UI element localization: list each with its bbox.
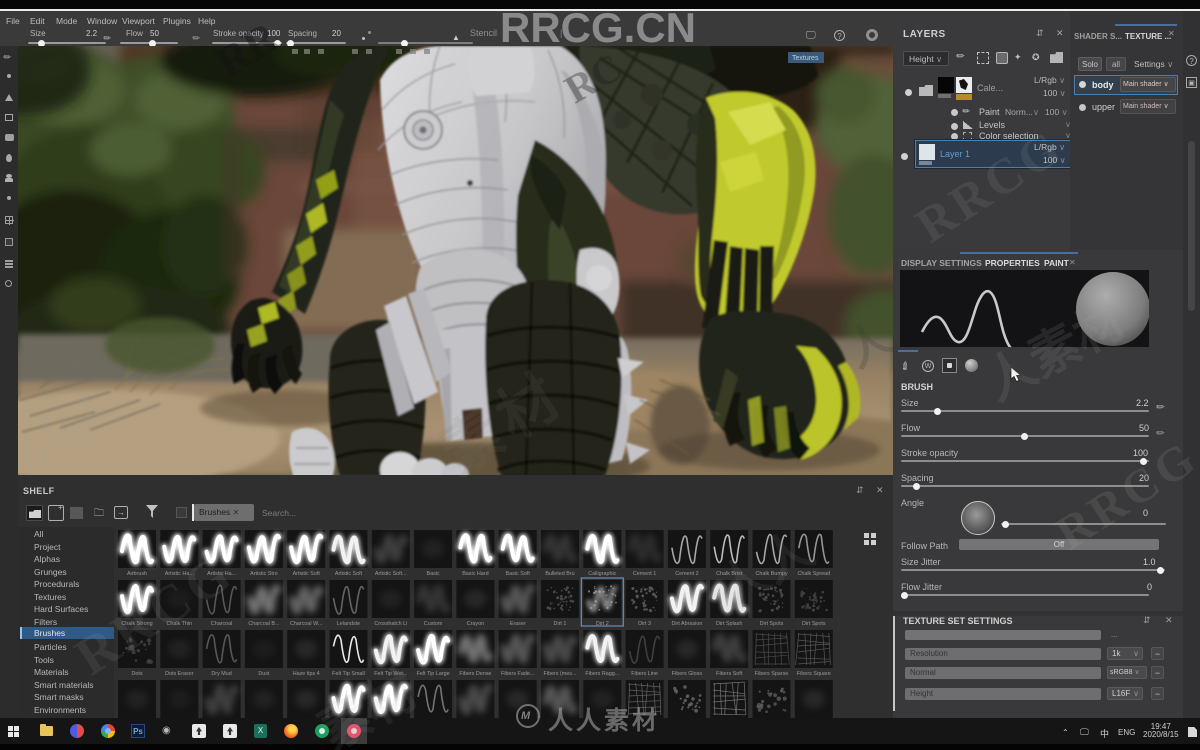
svg-text:Artistic Soft...: Artistic Soft... — [375, 571, 407, 577]
svg-text:Artistic Stro: Artistic Stro — [250, 571, 278, 577]
svg-text:Cement 2: Cement 2 — [675, 571, 698, 577]
svg-text:Fibers Ragg...: Fibers Ragg... — [585, 671, 619, 677]
svg-text:Textures: Textures — [792, 55, 819, 62]
svg-text:Fibers Dense: Fibers Dense — [459, 671, 491, 677]
svg-text:Artistic Soft: Artistic Soft — [335, 571, 363, 577]
svg-text:Cement 1: Cement 1 — [633, 571, 656, 577]
svg-text:Artistic Ha...: Artistic Ha... — [207, 571, 236, 577]
svg-text:Dirt Spots: Dirt Spots — [760, 621, 784, 627]
svg-text:Dots: Dots — [131, 671, 142, 677]
svg-text:Charcoal: Charcoal — [211, 621, 233, 627]
svg-text:Charcoal W...: Charcoal W... — [290, 621, 322, 627]
svg-text:Fibers Square: Fibers Square — [797, 671, 831, 677]
svg-text:Fibers Gloss: Fibers Gloss — [672, 671, 703, 677]
svg-text:Custom: Custom — [424, 621, 443, 627]
svg-text:Lelandste: Lelandste — [337, 621, 360, 627]
svg-text:Bulleted Bru: Bulleted Bru — [545, 571, 574, 577]
svg-text:Airbrush: Airbrush — [127, 571, 147, 577]
svg-text:Fibers Soft: Fibers Soft — [716, 671, 743, 677]
svg-text:Crosshatch Li: Crosshatch Li — [374, 621, 407, 627]
svg-text:Dirt 1: Dirt 1 — [554, 621, 567, 627]
svg-text:Chalk Strong: Chalk Strong — [121, 621, 152, 627]
svg-text:Eraser: Eraser — [510, 621, 526, 627]
svg-text:Artistic Soft: Artistic Soft — [293, 571, 321, 577]
svg-text:Chalk Thin: Chalk Thin — [166, 621, 192, 627]
svg-text:Fibers Line: Fibers Line — [631, 671, 658, 677]
svg-text:Haze tips 4: Haze tips 4 — [293, 671, 320, 677]
svg-text:Felt Tip Small: Felt Tip Small — [332, 671, 365, 677]
svg-text:Dirt Abrasion: Dirt Abrasion — [671, 621, 702, 627]
svg-text:Fibers Fade...: Fibers Fade... — [501, 671, 534, 677]
svg-text:Chalk Brist: Chalk Brist — [716, 571, 743, 577]
svg-text:Crayon: Crayon — [467, 621, 484, 627]
svg-text:Fibers (mes...: Fibers (mes... — [544, 671, 577, 677]
svg-text:Charcoal B...: Charcoal B... — [248, 621, 279, 627]
svg-text:Dry Mud: Dry Mud — [211, 671, 231, 677]
svg-text:Chalk Spread: Chalk Spread — [797, 571, 830, 577]
svg-text:Dust: Dust — [258, 671, 270, 677]
svg-text:Felt Tip Wet...: Felt Tip Wet... — [374, 671, 407, 677]
svg-text:Basic: Basic — [427, 571, 440, 577]
svg-text:Chalk Bumpy: Chalk Bumpy — [755, 571, 787, 577]
svg-text:Basic Hard: Basic Hard — [462, 571, 488, 577]
svg-text:Basic Soft: Basic Soft — [506, 571, 531, 577]
svg-text:Fibers Sparse: Fibers Sparse — [755, 671, 789, 677]
svg-text:Dirt Splash: Dirt Splash — [716, 621, 742, 627]
svg-text:Felt Tip Large: Felt Tip Large — [417, 671, 450, 677]
svg-text:Artistic Ha...: Artistic Ha... — [165, 571, 194, 577]
svg-text:Dirt 3: Dirt 3 — [638, 621, 651, 627]
svg-text:Dirt Spots: Dirt Spots — [802, 621, 826, 627]
svg-text:Dots Eraser: Dots Eraser — [165, 671, 194, 677]
svg-text:Calligraphic: Calligraphic — [588, 571, 616, 577]
